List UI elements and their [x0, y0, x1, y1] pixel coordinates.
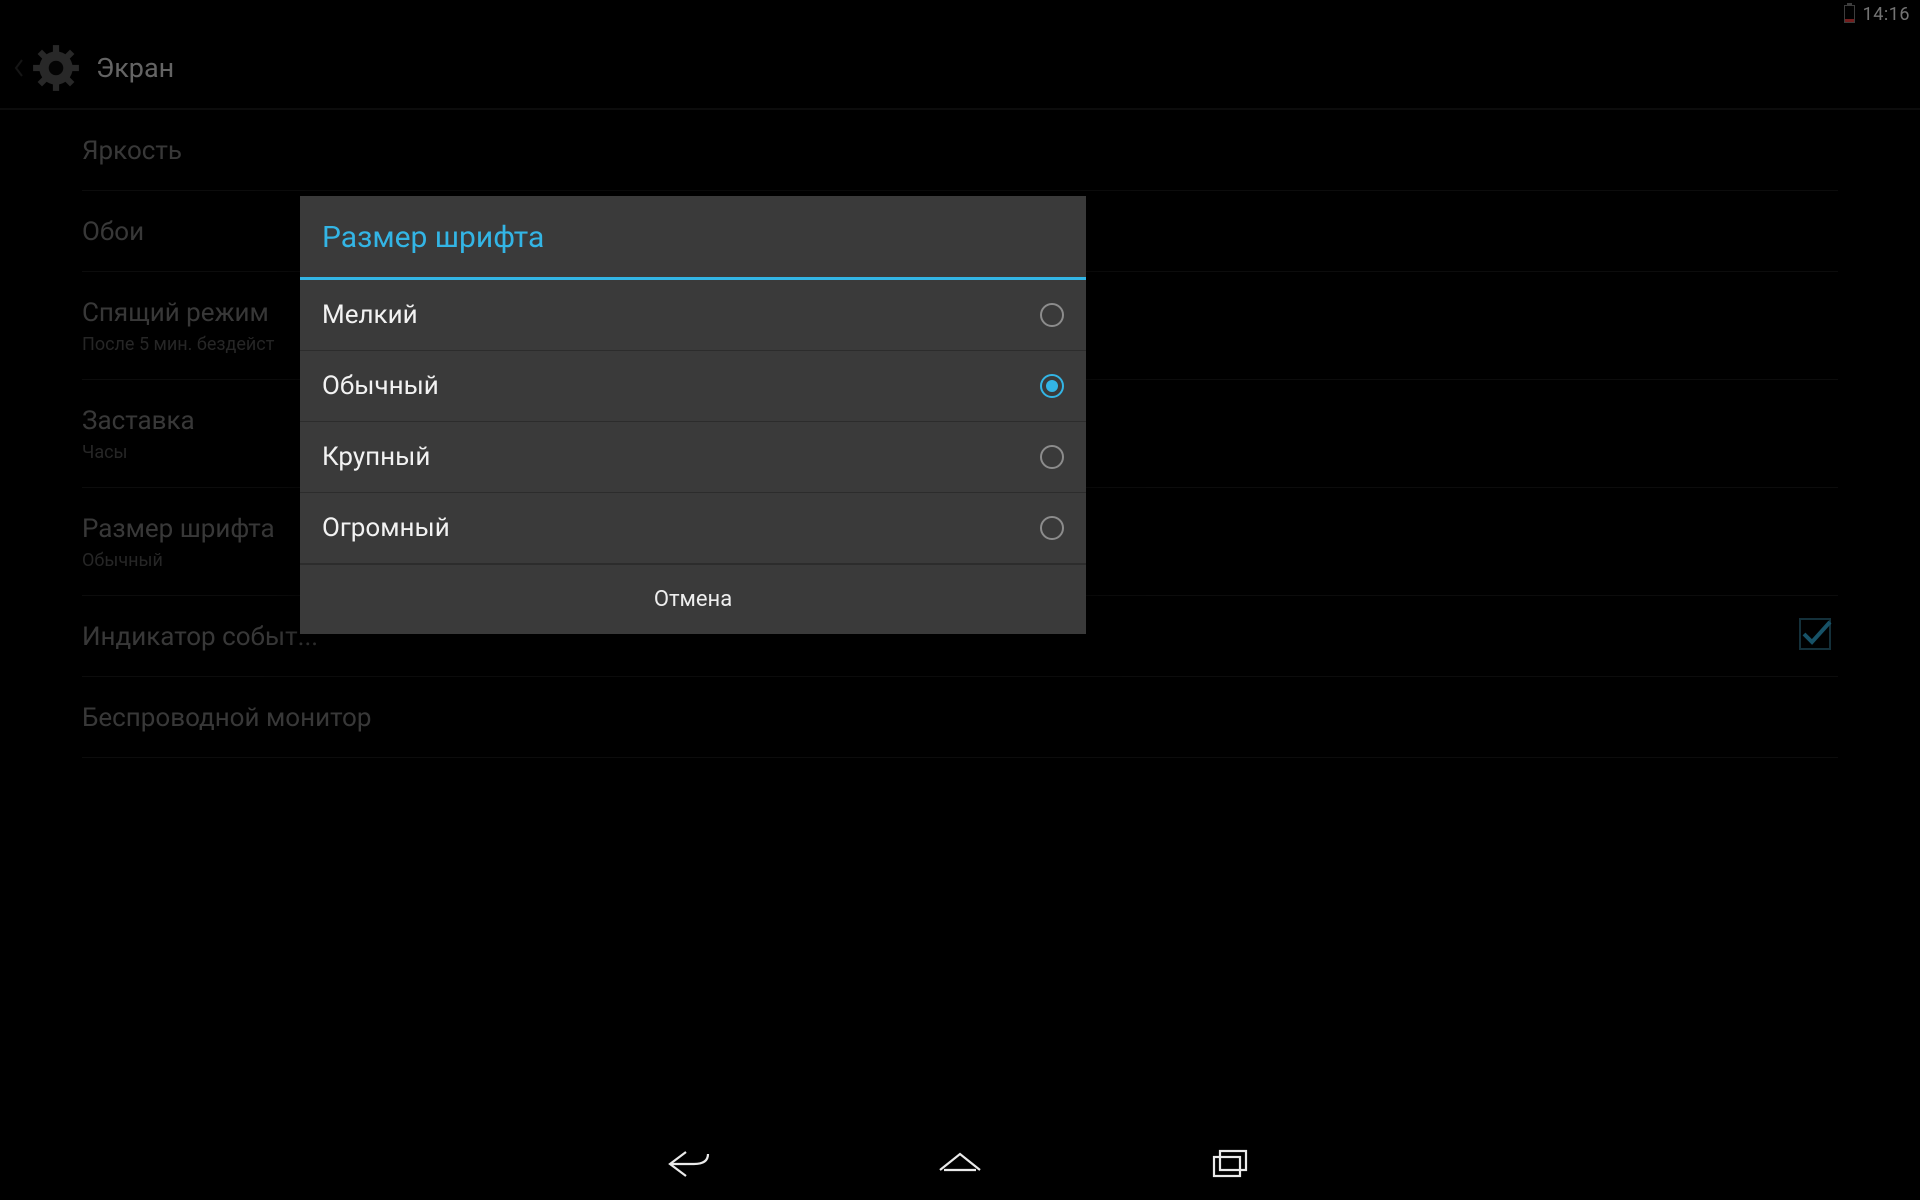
- font-option-normal[interactable]: Обычный: [300, 351, 1086, 422]
- system-navbar: [0, 1128, 1920, 1200]
- radio-icon: [1040, 445, 1064, 469]
- radio-icon: [1040, 516, 1064, 540]
- option-label: Огромный: [322, 513, 450, 543]
- nav-back-button[interactable]: [660, 1142, 720, 1186]
- nav-recents-button[interactable]: [1200, 1142, 1260, 1186]
- font-option-huge[interactable]: Огромный: [300, 493, 1086, 564]
- option-label: Крупный: [322, 442, 430, 472]
- cancel-button[interactable]: Отмена: [654, 587, 732, 612]
- radio-icon: [1040, 303, 1064, 327]
- option-label: Мелкий: [322, 300, 418, 330]
- dialog-title: Размер шрифта: [300, 196, 1086, 277]
- font-size-dialog: Размер шрифта Мелкий Обычный Крупный Огр…: [300, 196, 1086, 634]
- dialog-button-bar: Отмена: [300, 564, 1086, 634]
- radio-selected-icon: [1040, 374, 1064, 398]
- nav-home-button[interactable]: [930, 1142, 990, 1186]
- font-option-large[interactable]: Крупный: [300, 422, 1086, 493]
- option-label: Обычный: [322, 371, 439, 401]
- font-option-small[interactable]: Мелкий: [300, 280, 1086, 351]
